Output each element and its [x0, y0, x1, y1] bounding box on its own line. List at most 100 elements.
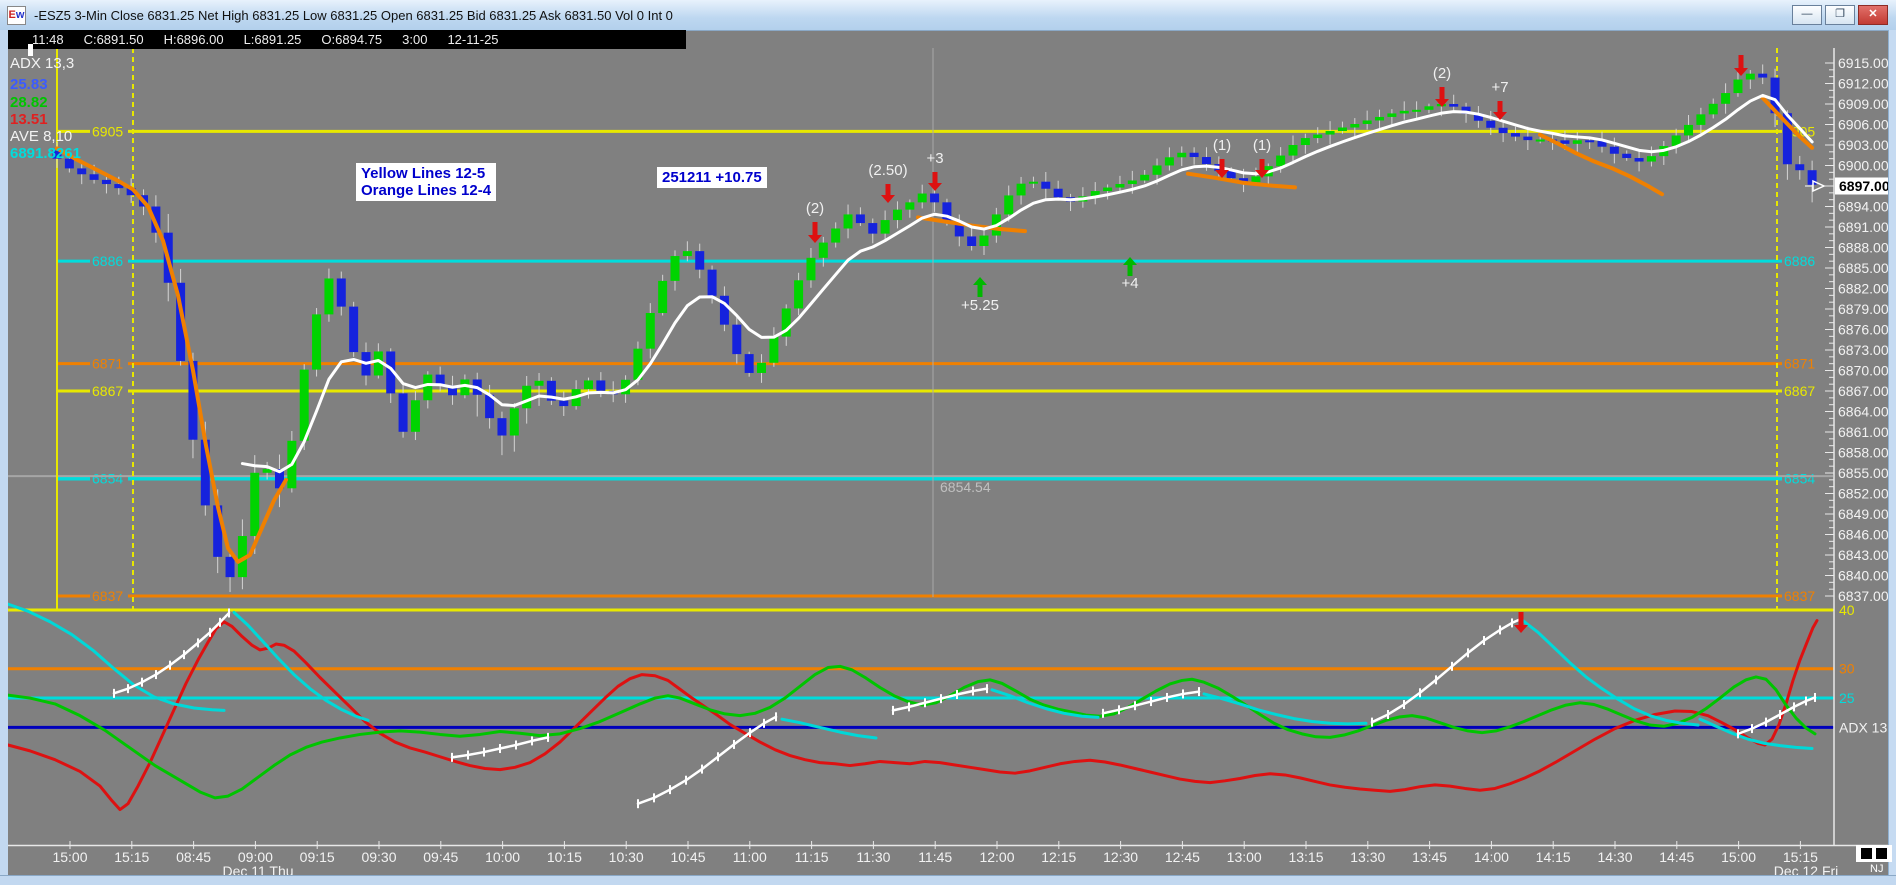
- time-axis-label: 10:30: [609, 849, 644, 865]
- minimize-button[interactable]: —: [1792, 5, 1822, 25]
- app-icon: Ew: [7, 6, 26, 25]
- candle-down: [1041, 182, 1050, 189]
- price-level-label-right: 6886: [1784, 253, 1815, 269]
- time-axis-label: 15:15: [114, 849, 149, 865]
- candle-up: [1647, 156, 1656, 161]
- candle-down: [90, 174, 99, 180]
- time-axis-label: 09:15: [300, 849, 335, 865]
- candle-down: [337, 278, 346, 306]
- candle-down: [856, 214, 865, 223]
- candle-up: [1326, 131, 1335, 135]
- price-axis-label: 6846.00: [1838, 526, 1889, 542]
- candle-up: [881, 220, 890, 234]
- price-axis-label: 6843.00: [1838, 547, 1889, 563]
- candle-down: [226, 557, 235, 577]
- trade-annotation-label: (2): [806, 200, 824, 217]
- candle-down: [732, 325, 741, 354]
- price-axis-label: 6888.00: [1838, 239, 1889, 255]
- time-axis-label: 11:15: [795, 849, 829, 865]
- price-axis-label: 6882.00: [1838, 280, 1889, 296]
- price-axis-label: 6855.00: [1838, 465, 1889, 481]
- readout-period: 3:00: [402, 32, 427, 47]
- time-axis-label: 13:00: [1227, 849, 1262, 865]
- candle-down: [1054, 189, 1063, 198]
- price-axis-label: 6891.00: [1838, 219, 1889, 235]
- readout-close: C:6891.50: [84, 32, 144, 47]
- time-axis-label: 08:45: [176, 849, 211, 865]
- candle-down: [745, 354, 754, 373]
- chart-canvas[interactable]: 6905690568866886687168716867686768546854…: [0, 0, 1896, 885]
- candle-up: [794, 280, 803, 308]
- close-button[interactable]: ✕: [1858, 5, 1888, 25]
- shortcut-square-icon[interactable]: [1861, 848, 1872, 859]
- trade-annotation-label: +7: [1491, 79, 1508, 96]
- time-axis-label: 09:30: [361, 849, 396, 865]
- trade-annotation-label: (2.50): [868, 162, 907, 179]
- candle-down: [1635, 158, 1644, 162]
- maximize-button[interactable]: ❐: [1825, 5, 1855, 25]
- window-buttons: — ❐ ✕: [1789, 5, 1888, 25]
- candle-up: [893, 210, 902, 220]
- trade-annotation-label: +4: [1121, 275, 1138, 292]
- chart-shortcut-buttons[interactable]: [1856, 845, 1892, 862]
- candle-up: [1313, 135, 1322, 139]
- candle-up: [806, 258, 815, 280]
- price-level-label-left: 6854: [92, 470, 123, 486]
- readout-open: O:6894.75: [321, 32, 382, 47]
- study-label-ave: AVE 8,10: [10, 128, 72, 145]
- candle-down: [1202, 157, 1211, 164]
- time-axis-label: 14:45: [1659, 849, 1694, 865]
- candle-up: [1536, 140, 1545, 142]
- time-axis-label: 12:15: [1041, 849, 1076, 865]
- candle-up: [918, 194, 927, 203]
- note-line: 251211 +10.75: [662, 169, 762, 186]
- candle-down: [1585, 140, 1594, 142]
- time-axis-label: 14:30: [1597, 849, 1632, 865]
- candle-up: [1363, 120, 1372, 124]
- shortcut-square-icon[interactable]: [1876, 848, 1887, 859]
- adx-axis-label: 30: [1839, 661, 1855, 677]
- candle-up: [1017, 184, 1026, 196]
- ave-value: 6891.8261: [10, 145, 81, 162]
- candle-down: [1795, 164, 1804, 170]
- candle-down: [967, 236, 976, 246]
- candle-up: [1733, 80, 1742, 94]
- price-axis-label: 6885.00: [1838, 260, 1889, 276]
- candle-up: [1251, 176, 1260, 182]
- time-axis-label: 12:00: [979, 849, 1014, 865]
- candle-down: [349, 307, 358, 352]
- note-session-pnl[interactable]: 251211 +10.75: [657, 167, 767, 188]
- price-level-label-right: 6871: [1784, 356, 1815, 372]
- candle-up: [1350, 124, 1359, 128]
- candle-up: [980, 236, 989, 246]
- candle-up: [1721, 93, 1730, 104]
- price-axis-label: 6912.00: [1838, 75, 1889, 91]
- candle-down: [1622, 154, 1631, 158]
- candle-up: [1709, 104, 1718, 115]
- candle-down: [1499, 128, 1508, 133]
- candle-up: [1375, 117, 1384, 121]
- candle-down: [695, 251, 704, 270]
- vertical-scrollbar[interactable]: [1888, 30, 1896, 875]
- candle-down: [559, 401, 568, 406]
- candle-up: [1696, 114, 1705, 125]
- candle-down: [1511, 133, 1520, 137]
- candle-up: [1153, 165, 1162, 174]
- price-axis-label: 6837.00: [1838, 588, 1889, 604]
- time-axis-label: 10:45: [670, 849, 705, 865]
- candle-down: [497, 418, 506, 435]
- adx-axis-label: 40: [1839, 602, 1855, 618]
- price-axis-label: 6867.00: [1838, 383, 1889, 399]
- candle-up: [1289, 145, 1298, 156]
- candle-up: [757, 363, 766, 373]
- adx-axis-label: ADX 13,: [1839, 719, 1891, 735]
- adx-value-blue: 25.83: [10, 76, 48, 93]
- title-bar[interactable]: Ew -ESZ5 3-Min Close 6831.25 Net High 68…: [0, 0, 1896, 31]
- price-level-label-left: 6905: [92, 123, 123, 139]
- candle-down: [1610, 147, 1619, 154]
- price-level-label-right: 6837: [1784, 588, 1815, 604]
- note-yellow-orange-lines[interactable]: Yellow Lines 12-5Orange Lines 12-4: [356, 163, 496, 201]
- price-axis-label: 6876.00: [1838, 321, 1889, 337]
- price-axis-label: 6906.00: [1838, 116, 1889, 132]
- price-axis-label: 6873.00: [1838, 342, 1889, 358]
